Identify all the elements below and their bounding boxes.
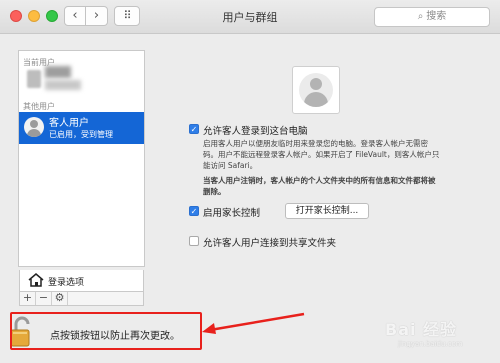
guest-avatar-icon	[24, 117, 44, 137]
watermark: Bai 经验	[385, 320, 458, 339]
current-user-item[interactable]	[27, 66, 87, 92]
add-user-button[interactable]: +	[20, 292, 36, 305]
parental-controls-label: 启用家长控制	[203, 208, 261, 219]
annotation-highlight-box	[10, 312, 202, 350]
logout-note-line-2: 删除。	[203, 187, 226, 196]
guest-description-line-3: 能访问 Safari。	[203, 161, 258, 170]
login-options-label: 登录选项	[48, 278, 85, 288]
user-picture[interactable]	[292, 66, 340, 114]
search-placeholder: 搜索	[426, 11, 447, 22]
parental-controls-checkbox[interactable]: ✓	[189, 206, 199, 216]
annotation-arrow	[202, 312, 305, 334]
remove-user-button[interactable]: −	[36, 292, 52, 305]
user-silhouette-icon	[299, 73, 333, 107]
gear-icon[interactable]: ⚙	[52, 292, 68, 305]
house-icon	[28, 273, 44, 287]
titlebar: ‹ › ⠿ 用户与群组 ⌕ 搜索	[0, 0, 500, 34]
search-field[interactable]: ⌕ 搜索	[374, 7, 490, 27]
guest-status: 已启用，受到管理	[49, 130, 113, 139]
guest-description-line-1: 启用客人用户以便朋友临时用来登录您的电脑。登录客人帐户无需密	[203, 139, 428, 148]
guest-description-line-2: 码。用户不能远程登录客人帐户。如果开启了 FileVault，则客人帐户只	[203, 150, 440, 159]
current-user-name	[45, 66, 71, 78]
allow-guest-login-checkbox[interactable]: ✓	[189, 124, 199, 134]
current-user-role	[45, 80, 81, 90]
open-parental-controls-button[interactable]: 打开家长控制...	[285, 203, 369, 219]
users-groups-window: ‹ › ⠿ 用户与群组 ⌕搜索 当前用户 其他用户 客人用户 已启用，受到管理	[0, 0, 500, 363]
watermark-url: jingyan.baidu.com	[398, 340, 463, 348]
guest-name: 客人用户	[49, 118, 89, 129]
shared-folders-checkbox[interactable]	[189, 236, 199, 246]
sidebar-item-guest[interactable]: 客人用户 已启用，受到管理	[19, 112, 144, 144]
search-icon: ⌕	[417, 11, 424, 22]
sidebar-toolbar: + − ⚙	[19, 292, 144, 306]
allow-guest-login-label: 允许客人登录到这台电脑	[203, 126, 308, 137]
shared-folders-label: 允许客人用户连接到共享文件夹	[203, 238, 337, 249]
logout-note-line-1: 当客人用户注销时，客人帐户的个人文件夹中的所有信息和文件都将被	[203, 176, 436, 185]
other-users-label: 其他用户	[23, 102, 55, 111]
login-options-item[interactable]: 登录选项	[19, 270, 144, 292]
current-user-avatar	[27, 70, 41, 88]
